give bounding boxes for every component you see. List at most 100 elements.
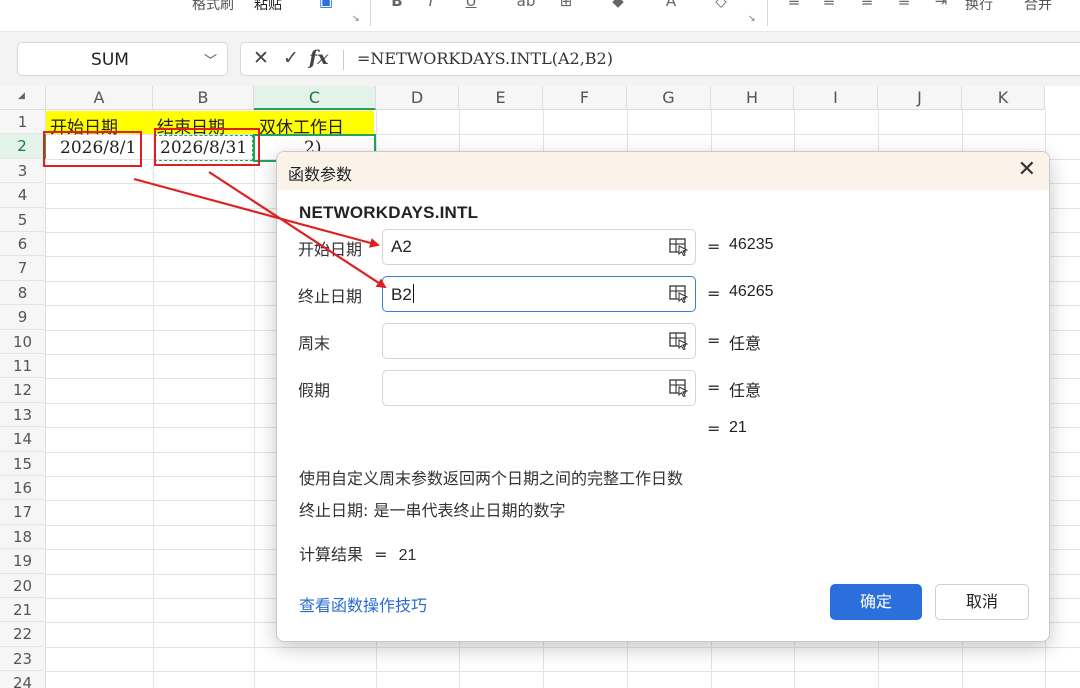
arg-input-2[interactable]: B2	[382, 276, 696, 312]
function-arguments-dialog: 函数参数 ✕ NETWORKDAYS.INTL 开始日期 A2 = 46235 终止日期…	[276, 151, 1050, 642]
strikethrough-icon[interactable]: ab	[515, 0, 537, 10]
row-header-23[interactable]: 23	[0, 646, 46, 672]
column-header-C[interactable]: C	[254, 86, 376, 110]
row-header-9[interactable]: 9	[0, 305, 46, 330]
arg-label-1: 开始日期	[298, 240, 363, 259]
calc-label: 计算结果	[299, 545, 364, 564]
row-header-21[interactable]: 21	[0, 598, 46, 623]
clear-icon[interactable]: ◇	[710, 0, 732, 10]
column-header-A[interactable]: A	[46, 86, 153, 110]
indent-icon[interactable]: ⇥	[930, 0, 952, 10]
result-equals: =	[707, 419, 721, 438]
justify-icon[interactable]: ≡	[893, 0, 915, 10]
range-picker-icon[interactable]	[669, 285, 689, 304]
cancel-button[interactable]: 取消	[935, 584, 1029, 620]
arg-value-2: B2	[391, 284, 414, 304]
ok-button[interactable]: 确定	[830, 584, 922, 620]
arg-input-1[interactable]: A2	[382, 229, 696, 265]
row-header-1[interactable]: 1	[0, 110, 46, 135]
row-header-10[interactable]: 10	[0, 329, 46, 354]
row-header-3[interactable]: 3	[0, 158, 46, 184]
function-tips-link[interactable]: 查看函数操作技巧	[299, 592, 427, 616]
select-all-corner[interactable]: ◢	[0, 86, 46, 110]
row-header-8[interactable]: 8	[0, 280, 46, 306]
format-painter-button[interactable]: 格式刷	[192, 0, 234, 14]
row-header-11[interactable]: 11	[0, 354, 46, 379]
row-header-13[interactable]: 13	[0, 402, 46, 428]
formula-text[interactable]: =NETWORKDAYS.INTL(A2,B2)	[357, 49, 613, 68]
column-header-F[interactable]: F	[543, 86, 627, 110]
fill-color-icon[interactable]: ◆	[607, 0, 629, 10]
arg-result-1: 46235	[729, 236, 774, 253]
ribbon-divider	[767, 0, 768, 26]
arg-input-3[interactable]	[382, 323, 696, 359]
arg-equals-2: =	[707, 284, 721, 303]
close-icon[interactable]: ✕	[1018, 157, 1036, 182]
row-header-24[interactable]: 24	[0, 671, 46, 688]
name-box[interactable]: SUM ﹀	[17, 42, 228, 76]
bold-icon[interactable]: B	[386, 0, 408, 10]
row-header-16[interactable]: 16	[0, 476, 46, 501]
formula-input[interactable]: ✕ ✓ fx =NETWORKDAYS.INTL(A2,B2)	[240, 42, 1080, 76]
arg-result-4: 任意	[729, 383, 762, 400]
row-header-7[interactable]: 7	[0, 256, 46, 281]
calc-value: 21	[398, 547, 417, 564]
align-left-icon[interactable]: ≡	[783, 0, 805, 10]
formula-divider	[343, 50, 344, 70]
chevron-down-icon[interactable]: ﹀	[204, 50, 217, 69]
column-header-G[interactable]: G	[627, 86, 711, 110]
confirm-formula-icon[interactable]: ✓	[283, 47, 299, 69]
row-header-17[interactable]: 17	[0, 500, 46, 525]
font-launcher-icon[interactable]: ↘	[748, 14, 756, 24]
arg-label-2: 终止日期	[298, 287, 363, 306]
row-header-22[interactable]: 22	[0, 622, 46, 647]
merge-button[interactable]: 合并	[1024, 0, 1052, 14]
italic-icon[interactable]: I	[420, 0, 442, 10]
arg-input-4[interactable]	[382, 370, 696, 406]
arg-equals-1: =	[707, 237, 721, 256]
arg-result-3: 任意	[729, 336, 762, 353]
align-right-icon[interactable]: ≡	[856, 0, 878, 10]
range-picker-icon[interactable]	[669, 332, 689, 351]
row-header-2[interactable]: 2	[0, 134, 46, 159]
dialog-titlebar[interactable]: 函数参数 ✕	[277, 152, 1049, 190]
column-header-I[interactable]: I	[794, 86, 878, 110]
arg-equals-3: =	[707, 331, 721, 350]
clipboard-launcher-icon[interactable]: ↘	[352, 14, 360, 24]
column-header-H[interactable]: H	[711, 86, 794, 110]
column-header-D[interactable]: D	[376, 86, 459, 110]
align-center-icon[interactable]: ≡	[818, 0, 840, 10]
row-header-20[interactable]: 20	[0, 573, 46, 598]
row-header-12[interactable]: 12	[0, 378, 46, 403]
font-color-icon[interactable]: A	[660, 0, 682, 10]
row-header-6[interactable]: 6	[0, 232, 46, 257]
select-all-icon: ◢	[18, 91, 25, 101]
wrap-text-button[interactable]: 换行	[965, 0, 993, 14]
text-caret	[412, 284, 414, 303]
row-header-18[interactable]: 18	[0, 524, 46, 550]
column-gridline	[153, 110, 154, 688]
row-header-5[interactable]: 5	[0, 207, 46, 232]
arg-label-4: 假期	[298, 381, 331, 400]
column-header-B[interactable]: B	[153, 86, 254, 110]
cancel-formula-icon[interactable]: ✕	[253, 47, 269, 69]
column-header-J[interactable]: J	[878, 86, 962, 110]
ribbon-divider	[370, 0, 371, 26]
paste-special-icon[interactable]: ▣	[315, 0, 337, 10]
row-header-15[interactable]: 15	[0, 451, 46, 476]
underline-icon[interactable]: U	[460, 0, 482, 10]
dialog-title: 函数参数	[288, 165, 353, 184]
row-header-14[interactable]: 14	[0, 427, 46, 452]
formula-bar: SUM ﹀ ✕ ✓ fx =NETWORKDAYS.INTL(A2,B2)	[0, 32, 1080, 86]
range-picker-icon[interactable]	[669, 238, 689, 257]
column-header-E[interactable]: E	[459, 86, 543, 110]
row-header-4[interactable]: 4	[0, 183, 46, 208]
border-icon[interactable]: ⊞	[555, 0, 577, 10]
row-header-19[interactable]: 19	[0, 549, 46, 574]
insert-function-icon[interactable]: fx	[309, 47, 329, 69]
annotation-box-A2	[43, 131, 142, 167]
column-header-K[interactable]: K	[962, 86, 1045, 110]
range-picker-icon[interactable]	[669, 379, 689, 398]
column-gridline	[254, 110, 255, 688]
paste-button[interactable]: 粘贴	[254, 0, 282, 14]
